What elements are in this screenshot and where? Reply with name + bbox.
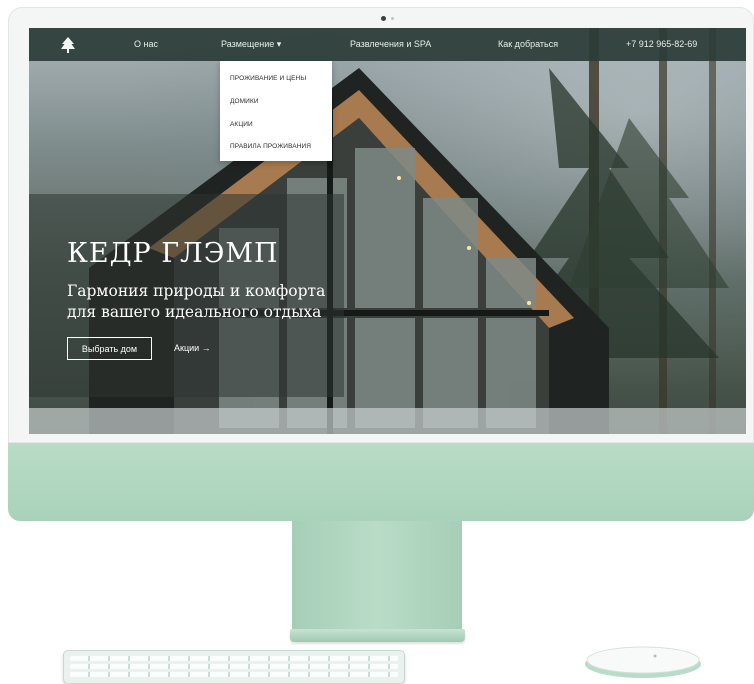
website-screen: О нас Размещение ▾ Развлечения и SPA Как… <box>29 28 746 434</box>
imac-chin <box>8 443 754 521</box>
hero-title: КЕДР ГЛЭМП <box>67 238 279 269</box>
hero-subtitle-line-1: Гармония природы и комфорта <box>67 282 326 300</box>
top-navigation-bar: О нас Размещение ▾ Развлечения и SPA Как… <box>29 28 746 61</box>
cedar-tree-logo-icon[interactable] <box>59 36 77 54</box>
nav-accommodation-menu[interactable]: Размещение ▾ <box>221 39 281 50</box>
camera-sensor-dot <box>391 17 394 20</box>
imac-stand <box>292 521 462 633</box>
hero-subtitle-line-2: для вашего идеального отдыха <box>67 303 322 321</box>
nav-directions-link[interactable]: Как добраться <box>498 39 558 49</box>
dropdown-item-rules[interactable]: ПРАВИЛА ПРОЖИВАНИЯ <box>230 143 311 150</box>
camera-icon <box>381 16 386 21</box>
keyboard-image <box>63 650 405 684</box>
dropdown-item-promotions[interactable]: АКЦИИ <box>230 121 253 128</box>
accommodation-dropdown-menu: ПРОЖИВАНИЕ И ЦЕНЫ ДОМИКИ АКЦИИ ПРАВИЛА П… <box>220 61 332 161</box>
hero-subtitle: Гармония природы и комфорта для вашего и… <box>67 281 347 323</box>
dropdown-item-prices[interactable]: ПРОЖИВАНИЕ И ЦЕНЫ <box>230 75 306 82</box>
nav-about-link[interactable]: О нас <box>134 39 158 49</box>
screen-bezel: О нас Размещение ▾ Развлечения и SPA Как… <box>8 7 754 443</box>
nav-phone-link[interactable]: +7 912 965-82-69 <box>626 39 697 49</box>
nav-entertainment-spa-link[interactable]: Развлечения и SPA <box>350 39 431 49</box>
promotions-link[interactable]: Акции → <box>174 343 211 353</box>
choose-house-button[interactable]: Выбрать дом <box>67 337 152 360</box>
imac-stand-foot <box>290 629 465 642</box>
mouse-image <box>585 646 701 678</box>
imac-device: О нас Размещение ▾ Развлечения и SPA Как… <box>8 7 754 521</box>
dropdown-item-houses[interactable]: ДОМИКИ <box>230 98 259 105</box>
